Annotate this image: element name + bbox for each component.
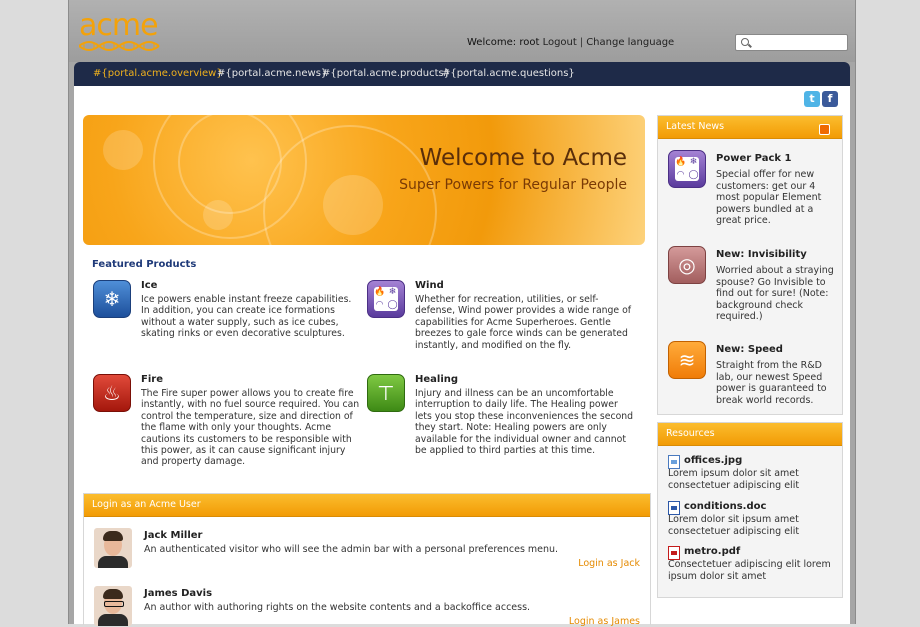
news-title[interactable]: Power Pack 1 [716, 153, 791, 164]
avatar [94, 528, 132, 568]
elements-icon[interactable]: 🔥 ❄ ◠ ◯ [668, 150, 706, 188]
user-name: James Davis [144, 588, 213, 599]
change-language-link[interactable]: Change language [586, 37, 674, 48]
flame-icon[interactable]: ♨ [93, 374, 131, 412]
facebook-icon[interactable]: f [822, 91, 838, 107]
search-icon[interactable] [741, 38, 749, 46]
tab-questions[interactable]: #{portal.acme.questions} [442, 68, 575, 79]
image-file-icon [668, 455, 680, 469]
logout-link[interactable]: Logout [543, 37, 577, 48]
rss-icon[interactable] [819, 124, 830, 135]
acme-logo[interactable]: acme [79, 8, 169, 54]
product-description: Whether for recreation, utilities, or se… [415, 294, 632, 351]
speed-icon[interactable]: ≋ [668, 341, 706, 379]
latest-news-title: Latest News [658, 116, 842, 139]
banner-subtitle: Super Powers for Regular People [399, 177, 627, 193]
tab-products[interactable]: #{portal.acme.products} [322, 68, 450, 79]
resources-panel: Resources offices.jpg Lorem ipsum dolor … [657, 422, 843, 598]
news-description: Straight from the R&D lab, our newest Sp… [716, 360, 827, 406]
tab-overview[interactable]: #{portal.acme.overview} [93, 68, 223, 79]
document-file-icon [668, 501, 680, 515]
product-description: The Fire super power allows you to creat… [141, 388, 360, 468]
resource-name[interactable]: metro.pdf [684, 546, 740, 557]
welcome-label: Welcome: [467, 37, 517, 48]
news-title[interactable]: New: Speed [716, 344, 783, 355]
resources-title: Resources [658, 423, 842, 446]
news-title[interactable]: New: Invisibility [716, 249, 807, 260]
login-panel-title: Login as an Acme User [84, 494, 650, 517]
banner-splash [203, 200, 233, 230]
search-box[interactable] [735, 34, 848, 51]
pdf-file-icon [668, 546, 680, 560]
main-content: tf Welcome to Acme Super Powers for Regu… [74, 86, 850, 627]
snowflake-icon[interactable]: ❄ [93, 280, 131, 318]
twitter-icon[interactable]: t [804, 91, 820, 107]
resource-name[interactable]: offices.jpg [684, 455, 742, 466]
invisibility-icon[interactable]: ◎ [668, 246, 706, 284]
browser-frame: acme Welcome: root Logout | Change languag… [0, 0, 920, 627]
login-as-james-link[interactable]: Login as James [569, 616, 640, 627]
resource-description: Consectetuer adipiscing elit lorem ipsum… [668, 559, 831, 582]
latest-news-label: Latest News [666, 121, 725, 132]
healing-icon[interactable]: ⊤ [367, 374, 405, 412]
resource-description: Lorem ipsum dolor sit amet consectetuer … [668, 468, 800, 491]
resource-name[interactable]: conditions.doc [684, 501, 766, 512]
avatar [94, 586, 132, 626]
banner-splash [323, 175, 383, 235]
welcome-bar: Welcome: root Logout | Change language [467, 37, 674, 48]
dna-helix-icon [79, 41, 160, 51]
login-as-jack-link[interactable]: Login as Jack [578, 558, 640, 569]
header: acme Welcome: root Logout | Change languag… [69, 0, 855, 62]
portal-page: acme Welcome: root Logout | Change languag… [68, 0, 856, 627]
news-description: Worried about a straying spouse? Go Invi… [716, 265, 834, 322]
product-description: Ice powers enable instant freeze capabil… [141, 294, 352, 340]
product-title[interactable]: Fire [141, 374, 163, 385]
separator: | [579, 37, 584, 48]
latest-news-panel: Latest News 🔥 ❄ ◠ ◯ Power Pack 1 Special of… [657, 115, 843, 415]
user-description: An author with authoring rights on the w… [144, 602, 531, 613]
news-description: Special offer for new customers: get our… [716, 169, 822, 226]
welcome-banner: Welcome to Acme Super Powers for Regular… [83, 115, 645, 245]
tab-news[interactable]: #{portal.acme.news} [217, 68, 327, 79]
elements-icon[interactable]: 🔥 ❄ ◠ ◯ [367, 280, 405, 318]
featured-products-heading: Featured Products [92, 259, 197, 270]
product-title[interactable]: Healing [415, 374, 458, 385]
login-panel: Login as an Acme User Jack Miller An aut… [83, 493, 651, 627]
user-name: Jack Miller [144, 530, 203, 541]
search-input[interactable] [754, 36, 846, 50]
product-title[interactable]: Wind [415, 280, 444, 291]
user-description: An authenticated visitor who will see th… [144, 544, 559, 555]
social-links: tf [802, 91, 838, 107]
product-description: Injury and illness can be an uncomfortab… [415, 388, 634, 457]
username: root [519, 37, 540, 48]
banner-splash [103, 130, 143, 170]
resource-description: Lorem dolor sit ipsum amet consectetuer … [668, 514, 800, 537]
banner-title: Welcome to Acme [419, 145, 627, 171]
product-title[interactable]: Ice [141, 280, 157, 291]
main-nav: #{portal.acme.overview} #{portal.acme.ne… [74, 62, 850, 86]
